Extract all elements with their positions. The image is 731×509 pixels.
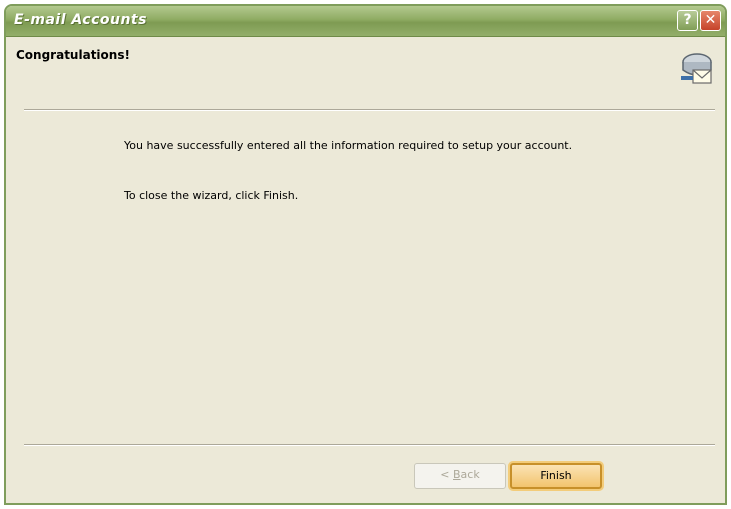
help-button[interactable]: ? xyxy=(677,10,698,31)
close-icon: ✕ xyxy=(704,12,717,28)
close-instruction: To close the wizard, click Finish. xyxy=(124,189,299,202)
page-title: Congratulations! xyxy=(16,48,130,62)
title-bar[interactable]: E-mail Accounts ? ✕ xyxy=(6,6,725,37)
finish-button[interactable]: Finish xyxy=(510,463,602,489)
email-accounts-dialog: E-mail Accounts ? ✕ Congratulations! You… xyxy=(4,4,727,505)
close-button[interactable]: ✕ xyxy=(700,10,721,31)
header-separator xyxy=(24,109,715,111)
back-label-rest: ack xyxy=(460,468,480,481)
email-accounts-icon xyxy=(681,53,712,84)
back-label-prefix: < xyxy=(440,468,453,481)
help-icon: ? xyxy=(683,12,692,28)
window-title: E-mail Accounts xyxy=(14,12,147,28)
back-label-accelerator: B xyxy=(453,468,461,481)
back-button[interactable]: < Back xyxy=(414,463,506,489)
success-message: You have successfully entered all the in… xyxy=(124,139,573,152)
footer-separator xyxy=(24,444,715,446)
